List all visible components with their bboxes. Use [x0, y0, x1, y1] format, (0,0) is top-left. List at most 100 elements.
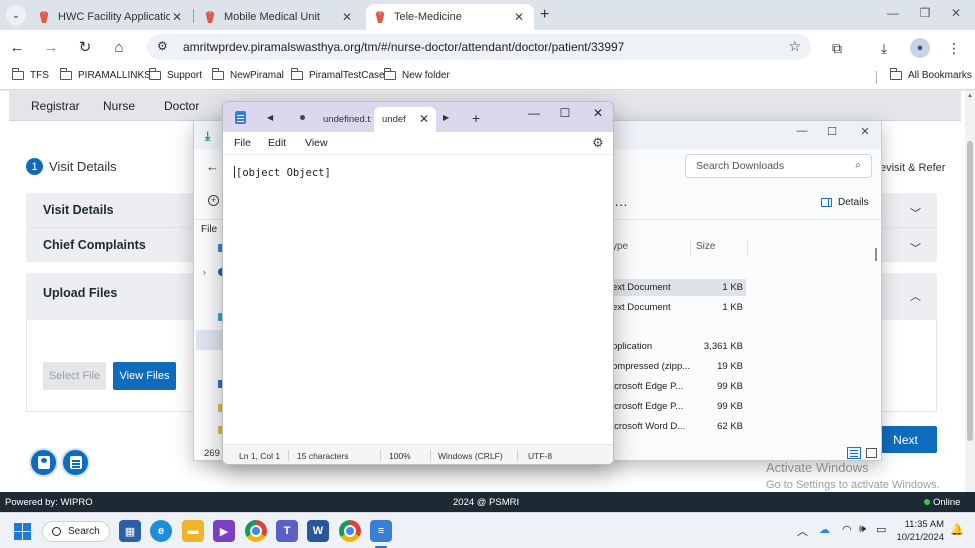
taskbar-search[interactable]: Search	[42, 521, 110, 542]
file-row[interactable]: pplication 3,361 KB	[612, 338, 746, 355]
file-row[interactable]: ext Document 1 KB	[612, 279, 746, 296]
close-tab-icon[interactable]: ✕	[419, 112, 429, 126]
browser-tab-mmu[interactable]: Mobile Medical Unit ✕	[196, 4, 362, 30]
wifi-icon[interactable]: ◠	[842, 523, 852, 536]
details-view-icon[interactable]	[847, 447, 861, 459]
settings-gear-icon[interactable]: ⚙	[592, 135, 604, 151]
menu-edit[interactable]: Edit	[268, 137, 286, 149]
volume-icon[interactable]: 🕪	[859, 523, 866, 536]
nav-doctor[interactable]: Doctor	[164, 99, 199, 113]
notepad-tab-active[interactable]: undef ✕	[374, 107, 436, 132]
taskbar-clock[interactable]: 11:35 AM 10/21/2024	[896, 518, 944, 544]
notepad-taskbar-icon[interactable]: ≡	[370, 520, 392, 542]
minimize-icon[interactable]: —	[878, 6, 908, 20]
power-automate-icon[interactable]: ▶	[213, 520, 235, 542]
back-arrow-icon[interactable]: ←	[6, 36, 28, 58]
file-row[interactable]: icrosoft Edge P... 99 KB	[612, 378, 746, 395]
chrome-icon[interactable]	[339, 520, 361, 542]
tray-overflow-icon[interactable]: ︿	[797, 523, 808, 539]
line-ending[interactable]: Windows (CRLF)	[438, 451, 503, 461]
teams-icon[interactable]: T	[276, 520, 298, 542]
notepad-text-area[interactable]: [object Object]	[223, 154, 613, 442]
profile-avatar-icon[interactable]: ●	[910, 38, 930, 58]
maximize-icon[interactable]: ☐	[553, 106, 577, 120]
bookmark-new-folder[interactable]: New folder	[384, 68, 450, 81]
menu-file[interactable]: File	[234, 137, 251, 149]
browser-tab-hwc[interactable]: HWC Facility Application ✕	[30, 4, 192, 30]
zoom-level[interactable]: 100%	[389, 451, 411, 461]
extensions-puzzle-icon[interactable]: ⧉	[827, 38, 847, 58]
column-header-type[interactable]: ype	[612, 241, 628, 252]
column-header-size[interactable]: Size	[696, 241, 715, 252]
close-tab-icon[interactable]: ✕	[512, 10, 526, 24]
scroll-tabs-right-icon[interactable]: ▶	[443, 113, 449, 122]
close-tab-icon[interactable]: ✕	[340, 10, 354, 24]
bookmark-piramaltestcase[interactable]: PiramalTestCase	[291, 68, 385, 81]
tab-search-chevron-icon[interactable]: ⌄	[6, 5, 26, 25]
notifications-bell-icon[interactable]: 🔔	[950, 523, 964, 536]
stepper-visit-details[interactable]: 1 Visit Details	[26, 158, 117, 175]
notepad-tab-undefined-txt[interactable]: undefined.txt	[315, 107, 371, 132]
search-downloads-input[interactable]: Search Downloads ⌕	[685, 154, 872, 178]
scroll-up-icon[interactable]: ▲	[967, 93, 973, 99]
minimize-icon[interactable]: —	[522, 106, 546, 120]
chevron-down-icon[interactable]: ﹀	[910, 240, 921, 256]
nav-registrar[interactable]: Registrar	[31, 99, 80, 113]
stepper-revisit-refer[interactable]: evisit & Refer	[880, 162, 945, 174]
file-row[interactable]: ompressed (zipp... 19 KB	[612, 358, 746, 375]
home-icon[interactable]: ⌂	[108, 36, 130, 58]
select-file-button[interactable]: Select File	[43, 362, 106, 390]
next-button[interactable]: Next	[874, 426, 937, 453]
nav-item-selected[interactable]	[196, 330, 224, 350]
word-icon[interactable]: W	[307, 520, 329, 542]
site-settings-icon[interactable]: ⚙	[157, 39, 168, 53]
bookmark-star-icon[interactable]: ☆	[788, 38, 801, 55]
file-row[interactable]: icrosoft Word D... 62 KB	[612, 418, 746, 435]
close-tab-icon[interactable]: ✕	[170, 10, 184, 24]
scrollbar-thumb[interactable]	[967, 141, 973, 441]
bookmark-tfs[interactable]: TFS	[12, 68, 49, 81]
new-tab-plus-icon[interactable]: +	[472, 110, 480, 126]
bookmark-newpiramal[interactable]: NewPiramal	[212, 68, 284, 81]
nav-nurse[interactable]: Nurse	[103, 99, 135, 113]
maximize-icon[interactable]: ☐	[817, 125, 847, 138]
browser-menu-icon[interactable]: ⋮	[944, 38, 964, 58]
downloads-icon[interactable]: ⤓	[874, 38, 894, 58]
close-window-icon[interactable]: ✕	[586, 106, 610, 120]
expand-chevron-icon[interactable]: ›	[203, 267, 206, 277]
browser-tab-telemedicine[interactable]: Tele-Medicine ✕	[366, 4, 534, 30]
reload-icon[interactable]: ↻	[74, 36, 96, 58]
file-row[interactable]: ext Document 1 KB	[612, 299, 746, 316]
file-explorer-icon[interactable]: ▬	[182, 520, 204, 542]
start-windows-icon[interactable]	[14, 523, 31, 540]
restore-icon[interactable]: ❐	[910, 6, 940, 20]
bookmark-support[interactable]: Support	[149, 68, 202, 81]
chevron-down-icon[interactable]: ﹀	[910, 205, 921, 221]
back-arrow-icon[interactable]: ←	[206, 159, 219, 174]
close-window-icon[interactable]: ✕	[850, 125, 880, 138]
chevron-up-icon[interactable]: ︿	[910, 288, 921, 304]
encoding[interactable]: UTF-8	[528, 451, 552, 461]
details-pane-button[interactable]: Details	[821, 197, 869, 208]
bookmark-piramallinks[interactable]: PIRAMALLINKS	[60, 68, 151, 81]
forward-arrow-icon[interactable]: →	[40, 36, 62, 58]
new-tab-plus-icon[interactable]: +	[540, 6, 549, 24]
file-row[interactable]: icrosoft Edge P... 99 KB	[612, 398, 746, 415]
widgets-icon[interactable]: ▦	[119, 520, 141, 542]
all-bookmarks[interactable]: All Bookmarks	[890, 68, 972, 81]
new-item-plus-icon[interactable]: +	[208, 195, 219, 206]
menu-view[interactable]: View	[305, 137, 328, 149]
patient-profile-fab[interactable]	[29, 448, 58, 477]
more-options-icon[interactable]: …	[614, 193, 629, 209]
edge-browser-icon[interactable]: e	[150, 520, 172, 542]
close-window-icon[interactable]: ✕	[941, 6, 971, 20]
minimize-icon[interactable]: —	[787, 125, 817, 137]
address-bar[interactable]: ⚙ amritwprdev.piramalswasthya.org/tm/#/n…	[147, 34, 811, 60]
chrome-icon[interactable]	[245, 520, 267, 542]
documents-fab[interactable]	[61, 448, 90, 477]
onedrive-cloud-icon[interactable]: ☁	[819, 523, 830, 536]
page-scrollbar[interactable]: ▲	[965, 91, 975, 492]
view-files-button[interactable]: View Files	[113, 362, 176, 390]
scroll-tabs-left-icon[interactable]: ◀	[267, 113, 273, 122]
tiles-view-icon[interactable]	[866, 448, 877, 458]
